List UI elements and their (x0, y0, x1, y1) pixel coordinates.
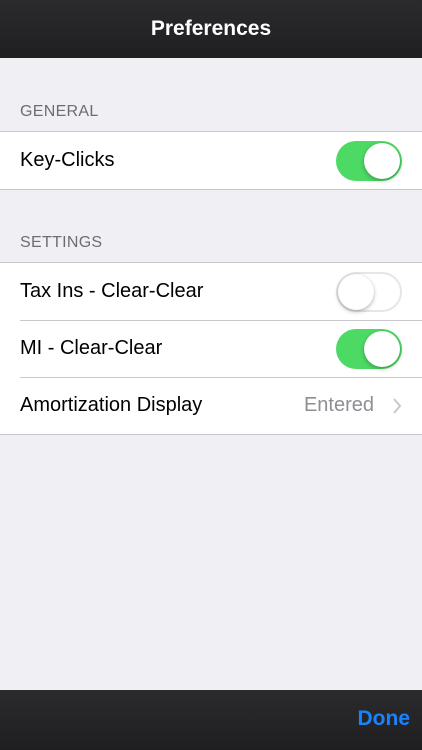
amortization-display-row[interactable]: Amortization Display Entered (0, 377, 422, 434)
toggle-knob (338, 273, 374, 310)
key-clicks-toggle[interactable] (336, 140, 402, 181)
tax-ins-label: Tax Ins - Clear-Clear (20, 280, 204, 302)
chevron-right-icon (393, 397, 402, 414)
tax-ins-row: Tax Ins - Clear-Clear (0, 263, 422, 320)
mi-label: MI - Clear-Clear (20, 337, 163, 359)
navigation-bar: Preferences (0, 0, 422, 58)
mi-row: MI - Clear-Clear (0, 320, 422, 377)
general-group: Key-Clicks (0, 131, 422, 190)
toggle-knob (364, 330, 400, 367)
amortization-display-value: Entered (303, 394, 374, 416)
done-button[interactable]: Done (358, 707, 411, 731)
bottom-toolbar: Done (0, 690, 422, 750)
section-header-settings: SETTINGS (20, 234, 103, 251)
mi-toggle[interactable] (336, 328, 402, 369)
section-header-general: GENERAL (20, 103, 99, 120)
settings-group: Tax Ins - Clear-Clear MI - Clear-Clear A… (0, 262, 422, 435)
key-clicks-row: Key-Clicks (0, 132, 422, 189)
amortization-display-label: Amortization Display (20, 394, 203, 416)
toggle-knob (364, 142, 400, 179)
page-title: Preferences (150, 17, 272, 40)
key-clicks-label: Key-Clicks (20, 149, 115, 171)
tax-ins-toggle[interactable] (336, 271, 402, 312)
